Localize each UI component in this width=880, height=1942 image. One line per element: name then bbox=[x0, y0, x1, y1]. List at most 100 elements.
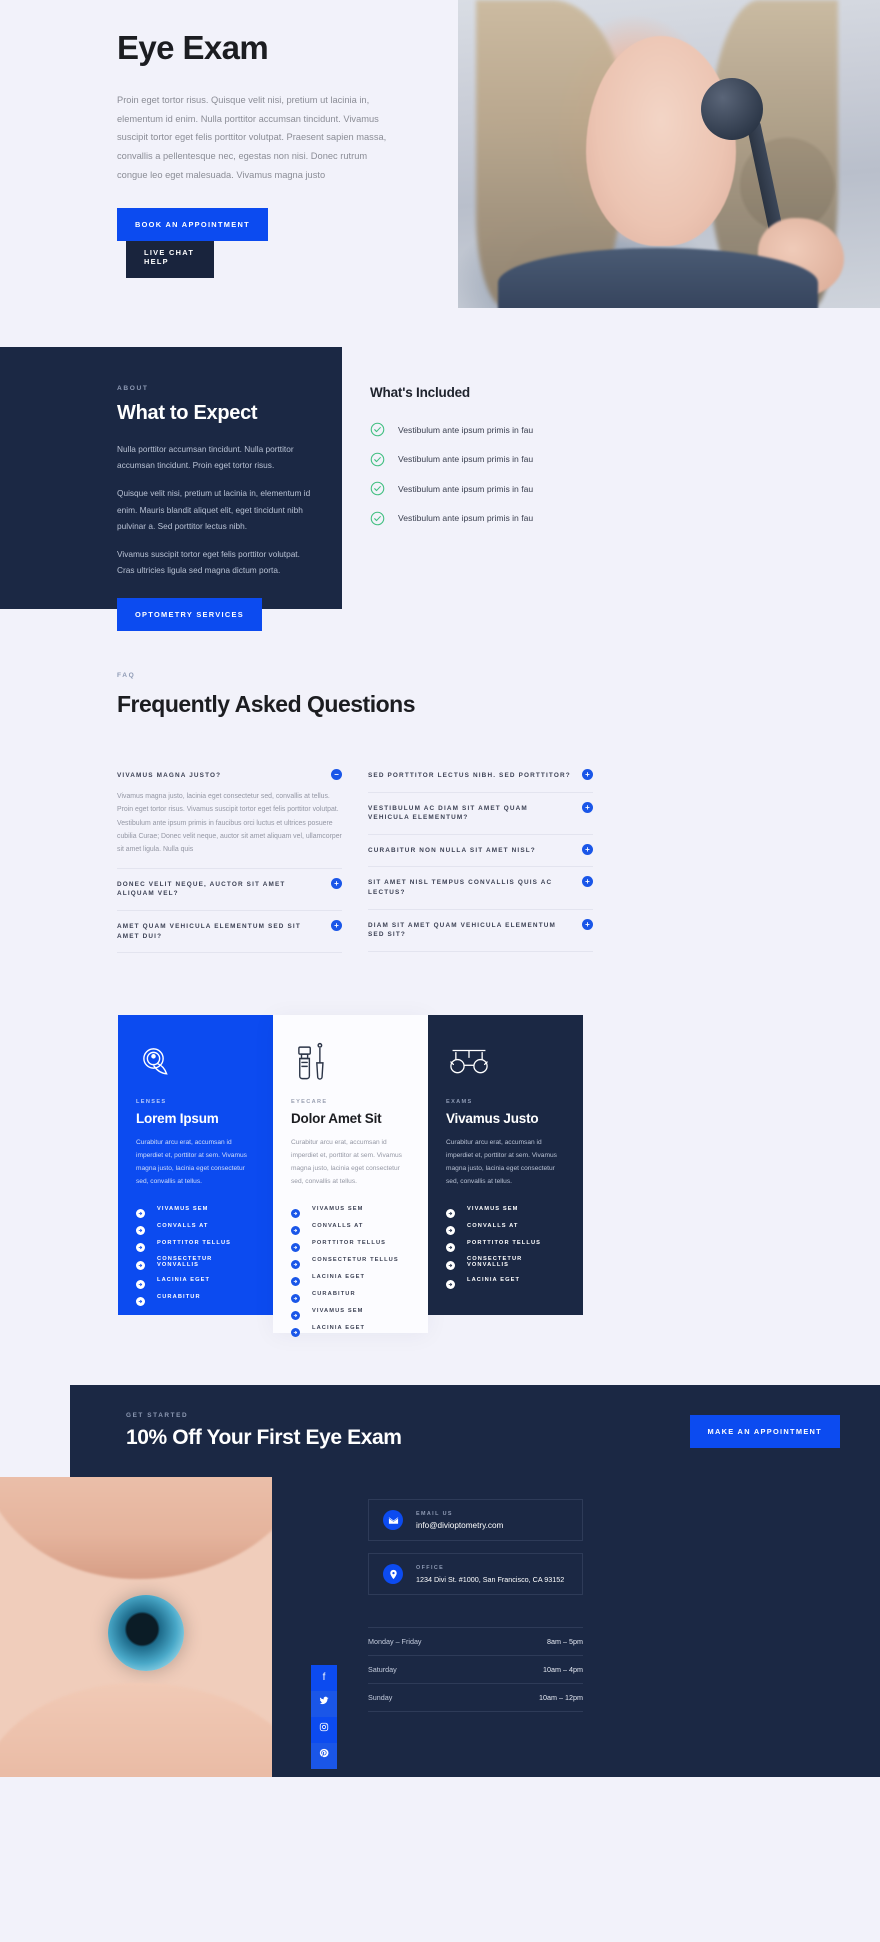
hero-content: Eye Exam Proin eget tortor risus. Quisqu… bbox=[117, 29, 387, 279]
card-feature-item[interactable]: VIVAMUS SEM bbox=[291, 1307, 410, 1320]
whats-included-title: What's Included bbox=[370, 385, 470, 400]
social-links: f bbox=[311, 1665, 337, 1770]
card-feature-item[interactable]: LACINIA EGET bbox=[136, 1276, 255, 1289]
card-feature-item[interactable]: VIVAMUS SEM bbox=[136, 1205, 255, 1218]
card-feature-item[interactable]: CONSECTETUR VONVALLIS bbox=[446, 1256, 565, 1271]
facebook-icon[interactable]: f bbox=[311, 1665, 337, 1692]
arrow-circle-icon bbox=[291, 1222, 300, 1235]
plus-icon[interactable]: + bbox=[582, 918, 593, 930]
hours-row: Sunday 10am – 12pm bbox=[368, 1684, 583, 1713]
opening-hours-list: Monday – Friday 8am – 5pm Saturday 10am – 4… bbox=[368, 1627, 583, 1713]
faq-column-left: VIVAMUS MAGNA JUSTO? − Vivamus magna justo… bbox=[117, 760, 342, 954]
plus-icon[interactable]: + bbox=[582, 801, 593, 813]
card-eyebrow: LENSES bbox=[136, 1099, 167, 1106]
about-paragraph-3: Vivamus suscipit tortor eget felis portt… bbox=[117, 548, 300, 576]
card-feature-item[interactable]: PORTTITOR TELLUS bbox=[136, 1239, 255, 1252]
card-feature-item[interactable]: VIVAMUS SEM bbox=[291, 1205, 410, 1218]
live-chat-help-button[interactable]: LIVE CHAT HELP bbox=[126, 236, 214, 279]
faq-item[interactable]: VIVAMUS MAGNA JUSTO? − Vivamus magna justo… bbox=[117, 760, 342, 869]
pinterest-icon[interactable] bbox=[311, 1743, 337, 1770]
service-card: EXAMS Vivamus Justo Curabitur arcu erat, a… bbox=[428, 1015, 583, 1316]
faq-item[interactable]: AMET QUAM VEHICULA ELEMENTUM SED SIT AME… bbox=[117, 911, 342, 954]
hero-section: Eye Exam Proin eget tortor risus. Quisqu… bbox=[0, 0, 880, 310]
card-feature-item[interactable]: CONSECTETUR TELLUS bbox=[291, 1256, 410, 1269]
twitter-icon[interactable] bbox=[311, 1691, 337, 1718]
arrow-circle-icon bbox=[291, 1273, 300, 1286]
arrow-circle-icon bbox=[136, 1276, 145, 1289]
whats-included-list: Vestibulum ante ipsum primis in fau Vesti… bbox=[370, 422, 670, 526]
card-title: Lorem Ipsum bbox=[136, 1111, 219, 1127]
faq-item[interactable]: VESTIBULUM AC DIAM SIT AMET QUAM VEHICUL… bbox=[368, 793, 593, 835]
card-feature-item[interactable]: CONVALLS AT bbox=[446, 1222, 565, 1235]
hero-buttons: BOOK AN APPOINTMENT LIVE CHAT HELP bbox=[117, 208, 387, 279]
card-feature-label: LACINIA EGET bbox=[467, 1277, 521, 1284]
faq-item[interactable]: SED PORTTITOR LECTUS NIBH. SED PORTTITOR… bbox=[368, 760, 593, 793]
make-appointment-button[interactable]: MAKE AN APPOINTMENT bbox=[689, 1414, 840, 1448]
card-feature-label: CONVALLS AT bbox=[467, 1223, 519, 1230]
footer-section: f EMAIL US info@divioptometry.com OFFICE… bbox=[0, 1477, 880, 1778]
card-feature-label: CONVALLS AT bbox=[157, 1223, 209, 1230]
faq-item[interactable]: SIT AMET NISL TEMPUS CONVALLIS QUIS AC L… bbox=[368, 867, 593, 910]
contact-office-box[interactable]: OFFICE 1234 Divi St. #1000, San Francisc… bbox=[368, 1553, 583, 1596]
card-feature-item[interactable]: CONVALLS AT bbox=[291, 1222, 410, 1235]
hours-day: Saturday bbox=[368, 1665, 397, 1675]
plus-icon[interactable]: + bbox=[582, 843, 593, 855]
card-feature-label: CURABITUR bbox=[157, 1294, 201, 1301]
about-title: What to Expect bbox=[117, 402, 258, 424]
card-feature-item[interactable]: CONSECTETUR VONVALLIS bbox=[136, 1256, 255, 1271]
plus-icon[interactable]: + bbox=[331, 877, 342, 889]
card-feature-item[interactable]: CURABITUR bbox=[136, 1293, 255, 1306]
arrow-circle-icon bbox=[291, 1324, 300, 1337]
email-value: info@divioptometry.com bbox=[416, 1520, 504, 1530]
card-feature-item[interactable]: LACINIA EGET bbox=[446, 1276, 565, 1289]
included-list-item: Vestibulum ante ipsum primis in fau bbox=[370, 452, 670, 467]
card-feature-item[interactable]: CURABITUR bbox=[291, 1290, 410, 1303]
card-feature-label: PORTTITOR TELLUS bbox=[157, 1240, 232, 1247]
card-feature-label: LACINIA EGET bbox=[157, 1277, 211, 1284]
minus-icon[interactable]: − bbox=[331, 769, 342, 780]
check-circle-icon bbox=[370, 452, 385, 467]
arrow-circle-icon bbox=[446, 1205, 455, 1218]
faq-question: DONEC VELIT NEQUE, AUCTOR SIT AMET ALIQU… bbox=[117, 880, 286, 898]
instagram-icon[interactable] bbox=[311, 1717, 337, 1744]
card-feature-item[interactable]: LACINIA EGET bbox=[291, 1324, 410, 1337]
card-feature-label: PORTTITOR TELLUS bbox=[467, 1240, 542, 1247]
arrow-circle-icon bbox=[446, 1257, 455, 1271]
eye-drops-icon bbox=[291, 1041, 410, 1089]
faq-question: SED PORTTITOR LECTUS NIBH. SED PORTTITOR… bbox=[368, 772, 571, 779]
card-feature-list: VIVAMUS SEM CONVALLS AT PORTTITOR TELLUS CO… bbox=[291, 1205, 410, 1337]
card-feature-label: LACINIA EGET bbox=[312, 1325, 366, 1332]
card-title: Vivamus Justo bbox=[446, 1111, 539, 1127]
card-text: Curabitur arcu erat, accumsan id imperdi… bbox=[291, 1139, 402, 1185]
check-circle-icon bbox=[370, 481, 385, 496]
office-value: 1234 Divi St. #1000, San Francisco, CA 9… bbox=[416, 1574, 565, 1584]
cta-title: 10% Off Your First Eye Exam bbox=[126, 1426, 402, 1450]
hours-time: 8am – 5pm bbox=[547, 1637, 583, 1647]
faq-item[interactable]: DIAM SIT AMET QUAM VEHICULA ELEMENTUM SE… bbox=[368, 910, 593, 952]
page-title: Eye Exam bbox=[117, 29, 269, 66]
card-feature-item[interactable]: PORTTITOR TELLUS bbox=[446, 1239, 565, 1252]
card-feature-item[interactable]: PORTTITOR TELLUS bbox=[291, 1239, 410, 1252]
arrow-circle-icon bbox=[136, 1257, 145, 1271]
page-root: Eye Exam Proin eget tortor risus. Quisqu… bbox=[0, 0, 880, 1942]
optometry-services-button[interactable]: OPTOMETRY SERVICES bbox=[117, 598, 262, 632]
faq-question: VESTIBULUM AC DIAM SIT AMET QUAM VEHICUL… bbox=[368, 804, 528, 822]
card-feature-item[interactable]: VIVAMUS SEM bbox=[446, 1205, 565, 1218]
cta-eyebrow: GET STARTED bbox=[126, 1412, 189, 1420]
included-list-item: Vestibulum ante ipsum primis in fau bbox=[370, 511, 670, 526]
card-feature-item[interactable]: CONVALLS AT bbox=[136, 1222, 255, 1235]
card-feature-item[interactable]: LACINIA EGET bbox=[291, 1273, 410, 1286]
check-circle-icon bbox=[370, 422, 385, 437]
office-label: OFFICE bbox=[416, 1564, 445, 1571]
plus-icon[interactable]: + bbox=[582, 769, 593, 780]
hours-time: 10am – 12pm bbox=[539, 1693, 583, 1703]
faq-section: FAQ Frequently Asked Questions VIVAMUS M… bbox=[0, 672, 880, 954]
included-list-item: Vestibulum ante ipsum primis in fau bbox=[370, 422, 670, 437]
card-text: Curabitur arcu erat, accumsan id imperdi… bbox=[136, 1139, 247, 1185]
faq-item[interactable]: CURABITUR NON NULLA SIT AMET NISL? + bbox=[368, 835, 593, 868]
faq-eyebrow: FAQ bbox=[117, 672, 136, 679]
contact-email-box[interactable]: EMAIL US info@divioptometry.com bbox=[368, 1499, 583, 1542]
hours-day: Monday – Friday bbox=[368, 1637, 422, 1647]
faq-item[interactable]: DONEC VELIT NEQUE, AUCTOR SIT AMET ALIQU… bbox=[117, 869, 342, 912]
book-appointment-button[interactable]: BOOK AN APPOINTMENT bbox=[117, 208, 268, 242]
